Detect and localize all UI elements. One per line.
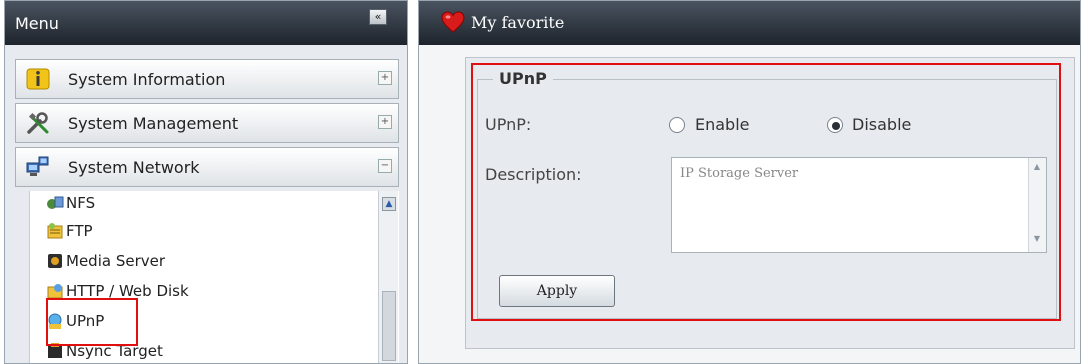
submenu-item-ftp[interactable]: FTP [42,217,362,245]
menu-category-label: System Management [68,114,239,133]
collapse-menu-button[interactable]: « [369,9,387,25]
submenu-item-nfs[interactable]: NFS [42,189,362,217]
submenu-item-label: Media Server [66,252,166,270]
nfs-icon [47,196,64,209]
content-panel: My favorite UPnP UPnP: Enable Disable De… [418,0,1081,364]
menu-header: Menu « [5,1,407,45]
heart-icon[interactable] [441,11,465,33]
submenu-item-label: FTP [66,222,93,240]
media-server-icon [48,254,62,268]
submenu-item-label: NFS [66,194,96,212]
submenu-item-media-server[interactable]: Media Server [42,247,362,275]
ftp-icon [47,223,63,239]
menu-title: Menu [15,14,59,33]
menu-category-system-information[interactable]: System Information + [15,59,399,99]
tools-icon [27,112,49,134]
network-icon [26,156,49,176]
menu-category-system-network[interactable]: System Network − [15,147,399,187]
upnp-section-highlight [471,63,1061,321]
favorite-header: My favorite [419,1,1080,45]
scroll-up-icon[interactable]: ▲ [382,197,396,211]
favorite-title[interactable]: My favorite [471,13,564,32]
menu-category-system-management[interactable]: System Management + [15,103,399,143]
upnp-selection-highlight [46,298,138,346]
expand-icon[interactable]: + [378,115,392,129]
menu-category-label: System Information [68,70,226,89]
expand-icon[interactable]: + [378,71,392,85]
info-icon [26,68,50,90]
submenu-scroll-thumb[interactable] [382,291,396,361]
menu-category-label: System Network [68,158,200,177]
collapse-icon[interactable]: − [378,159,392,173]
